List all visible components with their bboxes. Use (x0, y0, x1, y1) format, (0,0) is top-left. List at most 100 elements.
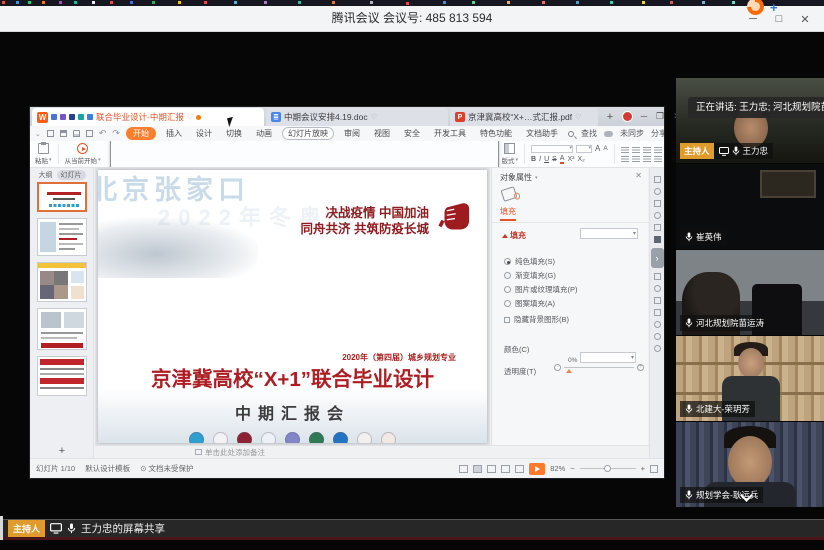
search-icon[interactable] (568, 131, 574, 137)
fill-section-header[interactable]: 填充 (502, 230, 526, 241)
view-sorter-icon[interactable] (487, 465, 496, 473)
menu-tab-animation[interactable]: 动画 (252, 127, 276, 140)
sync-status[interactable]: 未同步 (620, 128, 644, 139)
close-icon[interactable]: ✕ (792, 13, 818, 26)
video-tile-host[interactable]: 主持人 王力忠 (676, 78, 824, 163)
menu-tab-home[interactable]: 开始 (126, 127, 156, 140)
view-notes-icon[interactable] (515, 465, 524, 473)
favorite-icon[interactable]: ♡ (371, 113, 377, 121)
radio-gradient-fill[interactable]: 渐变填充(G) (504, 270, 556, 281)
slider-marker-icon[interactable] (566, 369, 572, 373)
font-color-button[interactable]: A (560, 155, 565, 164)
subscript-button[interactable]: X₂ (577, 156, 584, 163)
favorite-icon[interactable]: ♡ (187, 113, 193, 121)
sidebar-icon-selected[interactable] (654, 236, 661, 243)
slider-minus-icon[interactable]: - (554, 364, 561, 371)
menu-tab-insert[interactable]: 插入 (162, 127, 186, 140)
slide-thumbnail-5[interactable] (37, 356, 87, 396)
slide-thumbnail-1[interactable] (37, 182, 87, 212)
outdent-icon[interactable] (654, 147, 662, 153)
preview-icon[interactable] (86, 130, 93, 137)
sidebar-icon[interactable] (654, 285, 661, 292)
doc-tab[interactable]: ≣ 中期会议安排4.19.doc ♡ (266, 108, 448, 126)
chevron-down-icon[interactable] (742, 489, 752, 499)
tab-outline[interactable]: 大纲 (39, 170, 53, 180)
radio-pattern-fill[interactable]: 图案填充(A) (504, 298, 555, 309)
template-name[interactable]: 默认设计模板 (85, 463, 130, 474)
fill-preset-combo[interactable] (580, 228, 638, 239)
favorite-icon[interactable]: ♡ (575, 113, 581, 121)
slider-plus-icon[interactable]: + (637, 364, 644, 371)
grow-font-button[interactable]: A (595, 144, 600, 153)
panel-close-icon[interactable]: ✕ (635, 171, 642, 180)
fill-tab[interactable]: 填充 (500, 206, 516, 221)
view-split-icon[interactable] (501, 465, 510, 473)
menu-tab-view[interactable]: 视图 (370, 127, 394, 140)
video-tile[interactable]: 河北规划院苗运涛 (676, 250, 824, 335)
panel-collapse-handle[interactable]: › (651, 248, 664, 268)
align-right-icon[interactable] (643, 156, 651, 162)
sidebar-icon[interactable] (654, 188, 661, 195)
new-tab-button[interactable]: + (602, 108, 618, 126)
color-combo[interactable] (580, 352, 636, 363)
zoom-out-icon[interactable]: − (570, 464, 574, 473)
italic-button[interactable]: I (539, 156, 541, 163)
video-tile[interactable]: 规划学会-耿运兵 (676, 422, 824, 507)
slide[interactable]: 北京张家口 2022年冬奥会 决战疫情 中国加油 同舟共济 共筑防疫长城 202… (98, 170, 487, 443)
zoom-in-icon[interactable]: + (641, 464, 645, 473)
wps-restore-icon[interactable]: ❐ (652, 107, 668, 126)
sidebar-icon[interactable] (654, 200, 661, 207)
search-label[interactable]: 查找 (581, 128, 597, 139)
sidebar-icon[interactable] (654, 224, 661, 231)
slide-thumbnail-3[interactable] (37, 262, 87, 302)
chevron-down-icon[interactable]: ▾ (535, 175, 538, 181)
menu-tab-design[interactable]: 设计 (192, 127, 216, 140)
protection-status[interactable]: ⊙ 文档未受保护 (140, 463, 193, 474)
zoom-slider[interactable] (580, 468, 636, 469)
sidebar-icon[interactable] (654, 273, 661, 280)
shrink-font-button[interactable]: A (603, 145, 607, 152)
layout-button[interactable]: 版式▾ (502, 143, 519, 165)
view-list-icon[interactable] (459, 465, 468, 473)
align-center-icon[interactable] (632, 156, 640, 162)
radio-solid-fill[interactable]: 纯色填充(S) (504, 256, 555, 267)
share-button[interactable]: 分享 (651, 128, 664, 139)
checkbox-hide-background[interactable]: 隐藏背景图形(B) (504, 314, 569, 325)
numbering-icon[interactable] (632, 147, 640, 153)
line-spacing-icon[interactable] (654, 156, 662, 162)
notes-bar[interactable]: 单击此处添加备注 (95, 445, 649, 458)
tab-slides[interactable]: 幻灯片 (57, 170, 86, 180)
sidebar-icon[interactable] (654, 309, 661, 316)
add-slide-button[interactable]: + (30, 445, 94, 457)
print-icon[interactable] (73, 130, 80, 137)
redo-icon[interactable]: ↷ (112, 128, 120, 139)
floating-plus-icon[interactable]: + (770, 0, 778, 15)
strike-button[interactable]: S (552, 156, 557, 163)
play-from-current-button[interactable]: 从当前开始▾ (65, 143, 101, 165)
superscript-button[interactable]: X² (567, 156, 574, 163)
doc-tab[interactable]: P 京津冀高校“X+…式汇报.pdf ♡ (450, 108, 598, 126)
view-normal-icon[interactable] (473, 465, 482, 473)
bullets-icon[interactable] (621, 147, 629, 153)
fill-bucket-icon[interactable] (500, 186, 517, 202)
video-tile[interactable]: 北建大-荣玥芳 (676, 336, 824, 421)
menu-tab-assistant[interactable]: 文档助手 (522, 127, 562, 140)
account-avatar[interactable] (622, 111, 633, 122)
undo-icon[interactable]: ↶ (99, 128, 107, 139)
menu-tab-review[interactable]: 审阅 (340, 127, 364, 140)
sidebar-icon[interactable] (654, 176, 661, 183)
slide-thumbnail-2[interactable] (37, 218, 87, 256)
opacity-slider[interactable]: - 0% + (554, 364, 644, 371)
sidebar-icon[interactable] (654, 321, 661, 328)
save-icon[interactable] (60, 130, 67, 137)
wps-minimize-icon[interactable]: ─ (636, 107, 652, 126)
slideshow-play-button[interactable] (529, 463, 545, 475)
video-tile[interactable]: 崔英伟 (676, 164, 824, 249)
sidebar-icon[interactable] (654, 333, 661, 340)
zoom-slider-knob[interactable] (604, 465, 611, 472)
font-size-combo[interactable] (576, 145, 592, 153)
menu-tab-features[interactable]: 特色功能 (476, 127, 516, 140)
zoom-level[interactable]: 82% (550, 464, 565, 473)
fullscreen-icon[interactable] (650, 465, 658, 473)
sidebar-icon[interactable] (654, 345, 661, 352)
